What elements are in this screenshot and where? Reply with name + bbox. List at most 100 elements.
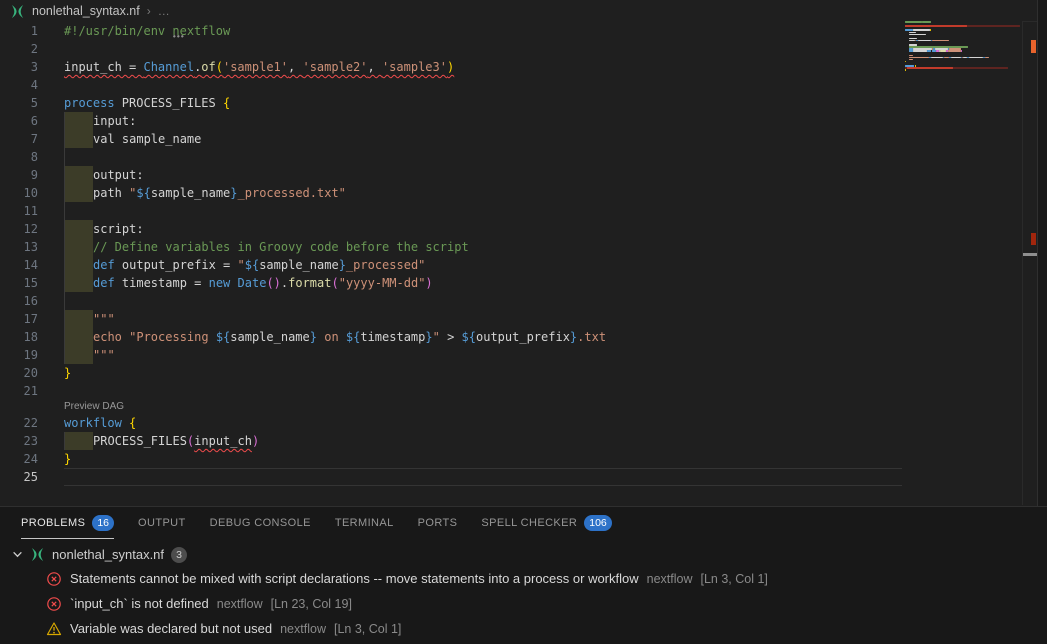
code-line-6[interactable]: 6input: <box>0 112 1022 130</box>
indent-highlight <box>64 432 93 450</box>
code-line-18[interactable]: 18echo "Processing ${sample_name} on ${t… <box>0 328 1022 346</box>
codelens-preview-dag[interactable]: Preview DAG <box>0 400 1022 414</box>
code-line-4[interactable]: 4 <box>0 76 1022 94</box>
overview-ruler-cursor-marker <box>1023 253 1037 256</box>
code-line-8[interactable]: 8 <box>0 148 1022 166</box>
code-token: .txt <box>577 330 606 344</box>
line-number: 20 <box>0 364 38 382</box>
line-content: script: <box>64 220 144 238</box>
code-token: PROCESS_FILES <box>93 434 187 448</box>
code-line-25[interactable]: 25 <box>0 468 1022 486</box>
code-token: ${ <box>136 186 150 200</box>
code-token: path <box>93 186 129 200</box>
code-token: 'sample1' <box>223 60 288 74</box>
minimap-bar <box>913 50 928 52</box>
indent-highlight <box>64 166 93 184</box>
panel-tab-ports[interactable]: PORTS <box>418 507 458 539</box>
code-line-21[interactable]: 21 <box>0 382 1022 400</box>
panel-tab-badge: 16 <box>92 515 114 531</box>
indent-highlight <box>64 346 93 364</box>
code-token: " <box>433 330 440 344</box>
breadcrumb-separator-icon: › <box>147 4 151 18</box>
minimap-bar <box>909 32 916 34</box>
minimap-bar <box>931 57 943 59</box>
vertical-scrollbar[interactable] <box>1022 21 1037 505</box>
code-line-14[interactable]: 14def output_prefix = "${sample_name}_pr… <box>0 256 1022 274</box>
code-token: ( <box>331 276 338 290</box>
line-content: #!/usr/bin/env nextflow <box>64 22 230 40</box>
problem-row[interactable]: `input_ch` is not definednextflow[Ln 23,… <box>0 591 1047 616</box>
line-content: workflow { <box>64 414 136 432</box>
panel-tab-problems[interactable]: PROBLEMS16 <box>21 507 114 539</box>
code-token: } <box>339 258 346 272</box>
panel-tab-terminal[interactable]: TERMINAL <box>335 507 394 539</box>
code-token: on <box>317 330 346 344</box>
code-token: workflow <box>64 416 122 430</box>
line-content: def output_prefix = "${sample_name}_proc… <box>64 256 425 274</box>
code-token: nextflow <box>172 24 230 38</box>
code-line-15[interactable]: 15def timestamp = new Date().format("yyy… <box>0 274 1022 292</box>
breadcrumb-more[interactable]: … <box>158 4 170 18</box>
minimap-bar <box>985 57 989 59</box>
line-content: process PROCESS_FILES { <box>64 94 230 112</box>
code-token: output: <box>93 168 144 182</box>
code-editor[interactable]: 1#!/usr/bin/env nextflow23input_ch = Cha… <box>0 22 1022 506</box>
code-line-13[interactable]: 13// Define variables in Groovy code bef… <box>0 238 1022 256</box>
breadcrumb-filename[interactable]: nonlethal_syntax.nf <box>32 4 140 18</box>
line-content: def timestamp = new Date().format("yyyy-… <box>64 274 433 292</box>
code-token: sample_name <box>259 258 338 272</box>
code-line-17[interactable]: 17""" <box>0 310 1022 328</box>
line-content: input_ch = Channel.of('sample1', 'sample… <box>64 58 454 76</box>
code-token: , <box>288 60 302 74</box>
problem-row[interactable]: Variable was declared but not usednextfl… <box>0 616 1047 641</box>
code-token: output_prefix <box>476 330 570 344</box>
code-line-7[interactable]: 7val sample_name <box>0 130 1022 148</box>
code-line-19[interactable]: 19""" <box>0 346 1022 364</box>
minimap-bar <box>948 50 961 52</box>
problem-location: [Ln 23, Col 19] <box>271 597 352 611</box>
nextflow-file-icon <box>10 4 25 19</box>
problem-source: nextflow <box>217 597 263 611</box>
code-line-20[interactable]: 20} <box>0 364 1022 382</box>
code-line-2[interactable]: 2 <box>0 40 1022 58</box>
code-token: timestamp = <box>115 276 209 290</box>
code-token: """ <box>93 348 115 362</box>
problems-file-group[interactable]: nonlethal_syntax.nf 3 <box>0 543 1047 566</box>
code-line-22[interactable]: 22workflow { <box>0 414 1022 432</box>
code-token: input_ch <box>194 434 252 448</box>
code-line-1[interactable]: 1#!/usr/bin/env nextflow <box>0 22 1022 40</box>
code-line-24[interactable]: 24} <box>0 450 1022 468</box>
code-line-12[interactable]: 12script: <box>0 220 1022 238</box>
code-line-23[interactable]: 23PROCESS_FILES(input_ch) <box>0 432 1022 450</box>
minimap-bar <box>905 61 906 63</box>
minimap-bar <box>905 25 967 27</box>
line-number: 21 <box>0 382 38 400</box>
minimap[interactable] <box>905 21 1021 111</box>
panel-tab-output[interactable]: OUTPUT <box>138 507 186 539</box>
code-line-9[interactable]: 9output: <box>0 166 1022 184</box>
code-line-11[interactable]: 11 <box>0 202 1022 220</box>
warning-icon <box>46 621 62 637</box>
code-line-5[interactable]: 5process PROCESS_FILES { <box>0 94 1022 112</box>
problem-row[interactable]: Statements cannot be mixed with script d… <box>0 566 1047 591</box>
panel-tab-bar: PROBLEMS16 OUTPUT DEBUG CONSOLE TERMINAL POR… <box>0 507 1047 539</box>
minimap-bar <box>909 55 912 57</box>
code-token: PROCESS_FILES <box>115 96 223 110</box>
code-token: ${ <box>216 330 230 344</box>
panel-tab-spell-checker[interactable]: SPELL CHECKER106 <box>481 507 611 539</box>
code-line-3[interactable]: 3input_ch = Channel.of('sample1', 'sampl… <box>0 58 1022 76</box>
code-token: ) <box>447 60 454 74</box>
code-token: of <box>201 60 215 74</box>
minimap-bar <box>918 40 930 42</box>
panel-tab-label: PORTS <box>418 517 458 529</box>
chevron-down-icon[interactable] <box>12 549 23 560</box>
code-token: } <box>64 366 71 380</box>
editor-pane[interactable]: nonlethal_syntax.nf › … 1#!/usr/bin/env … <box>0 0 1038 506</box>
indent-highlight <box>64 220 93 238</box>
panel-tab-debug-console[interactable]: DEBUG CONSOLE <box>210 507 311 539</box>
code-line-10[interactable]: 10path "${sample_name}_processed.txt" <box>0 184 1022 202</box>
line-content: } <box>64 450 71 468</box>
panel-tab-label: SPELL CHECKER <box>481 517 577 529</box>
panel-tab-label: TERMINAL <box>335 517 394 529</box>
code-line-16[interactable]: 16 <box>0 292 1022 310</box>
